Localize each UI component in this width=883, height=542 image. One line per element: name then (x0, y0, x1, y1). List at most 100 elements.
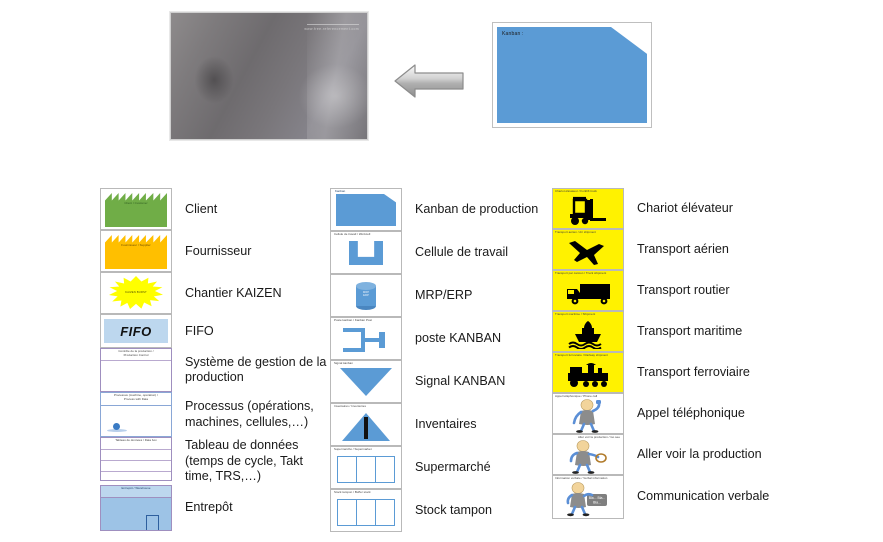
list-item[interactable]: Poste kanban / Kanban Post poste KANBAN (330, 317, 552, 360)
inventory-triangle-icon: Inventaires / Inventories (330, 403, 402, 446)
tile-caption: Client / Customer (124, 201, 148, 205)
tile-caption: Tableau de données / Data box (115, 438, 157, 442)
list-item[interactable]: FIFO FIFO (100, 314, 332, 348)
svg-text:Bla...: Bla... (593, 501, 601, 505)
list-item[interactable]: Processus (machine, opération) / Process… (100, 392, 332, 437)
svg-text:Bla... Bla...: Bla... Bla... (589, 496, 605, 500)
data-box-icon: Tableau de données / Data box (100, 437, 172, 481)
factory-orange-icon: Fournisseur / Supplier (100, 230, 172, 272)
photo-watermark-text: www.free-referencement.com (304, 27, 359, 31)
list-item[interactable]: Stock tampon / Buffer stock Stock tampon (330, 489, 552, 532)
train-icon: Transport ferroviaire / Railway shipment (552, 352, 624, 393)
kanban-card-photo: www.free-referencement.com (170, 12, 368, 140)
tile-caption: Fournisseur / Supplier (121, 243, 151, 247)
photo-watermark-rule (307, 24, 359, 25)
list-item-label: MRP/ERP (415, 288, 473, 302)
left-arrow-icon (393, 62, 465, 100)
list-item[interactable]: Tableau de données / Data box Tableau de… (100, 437, 332, 485)
tile-caption: Poste kanban / Kanban Post (334, 318, 372, 322)
list-item[interactable]: Transport aérien / Air shipment Transpor… (552, 229, 792, 270)
list-item[interactable]: Aller voir la production / Go see Aller … (552, 434, 792, 475)
warehouse-icon: Entrepôt / Warehouse (100, 484, 172, 531)
fifo-label: FIFO (120, 323, 152, 339)
list-item[interactable]: Information verbale / Verbal information… (552, 475, 792, 519)
list-item[interactable]: Client / Customer Client (100, 188, 332, 230)
tile-caption: Transport aérien / Air shipment (555, 230, 596, 234)
tile-caption: Stock tampon / Buffer stock (334, 490, 371, 494)
legend-column-middle: Kanban Kanban de production Cellule de t… (330, 188, 552, 532)
ship-icon: Transport maritime / Shipment (552, 311, 624, 352)
supermarket-icon: Supermarché / Supermarket (330, 446, 402, 489)
list-item-label: Chariot élévateur (637, 201, 733, 215)
list-item-label: FIFO (185, 323, 214, 338)
kanban-card-label: Kanban : (502, 31, 524, 37)
list-item-label: Client (185, 201, 218, 216)
list-item-label: Entrepôt (185, 500, 233, 514)
list-item[interactable]: Signal kanban Signal KANBAN (330, 360, 552, 403)
list-item[interactable]: Kanban Kanban de production (330, 188, 552, 231)
list-item-label: Système de gestion de la production (185, 354, 327, 385)
legend-column-left: Client / Customer Client Fournisseur / S… (100, 188, 332, 531)
tile-caption: Transport ferroviaire / Railway shipment (555, 353, 608, 357)
list-item[interactable]: Supermarché / Supermarket Supermarché (330, 446, 552, 489)
legend-column-right: Chariot élévateur / Forklift truck Chari… (552, 188, 792, 519)
list-item[interactable]: Appel téléphonique / Phone call Appel té… (552, 393, 792, 434)
kanban-production-icon: Kanban (330, 188, 402, 231)
photo-sheen (307, 13, 367, 139)
list-item-label: Transport aérien (637, 242, 729, 256)
list-item-label: Transport maritime (637, 324, 743, 338)
tile-caption: Inventaires / Inventories (334, 404, 366, 408)
fifo-icon: FIFO (100, 314, 172, 348)
kanban-post-icon: Poste kanban / Kanban Post (330, 317, 402, 360)
list-item[interactable]: Cellule de travail / Workcell Cellule de… (330, 231, 552, 274)
list-item[interactable]: Chariot élévateur / Forklift truck Chari… (552, 188, 792, 229)
list-item-label: Tableau de données (temps de cycle, Takt… (185, 438, 304, 483)
tile-caption: Cellule de travail / Workcell (334, 232, 371, 236)
list-item[interactable]: Transport ferroviaire / Railway shipment… (552, 352, 792, 393)
list-item[interactable]: Transport par camion / Truck shipment Tr… (552, 270, 792, 311)
list-item-label: Stock tampon (415, 503, 493, 517)
mrp-erp-database-icon: MRP ERP (330, 274, 402, 317)
list-item-label: Communication verbale (637, 489, 770, 504)
list-item-label: poste KANBAN (415, 331, 502, 345)
production-control-icon: Contrôle de la production / Production C… (100, 348, 172, 392)
list-item-label: Transport routier (637, 283, 730, 297)
person-looking-icon: Aller voir la production / Go see (552, 434, 624, 475)
list-item-label: Processus (opérations, machines, cellule… (185, 399, 314, 429)
list-item-label: Chantier KAIZEN (185, 285, 282, 300)
list-item-label: Inventaires (415, 417, 477, 431)
kanban-blue-shape (497, 27, 647, 123)
list-item-label: Appel téléphonique (637, 406, 745, 420)
tile-caption: Processus (machine, opération) / Process… (113, 393, 158, 401)
list-item-label: Signal KANBAN (415, 374, 506, 388)
tile-caption: Kanban (335, 189, 346, 193)
list-item-label: Transport ferroviaire (637, 365, 750, 379)
workcell-icon: Cellule de travail / Workcell (330, 231, 402, 274)
list-item[interactable]: Contrôle de la production / Production C… (100, 348, 332, 392)
person-speaking-icon: Information verbale / Verbal information… (552, 475, 624, 519)
kanban-card-drawing: Kanban : (492, 22, 652, 128)
airplane-icon: Transport aérien / Air shipment (552, 229, 624, 270)
forklift-icon: Chariot élévateur / Forklift truck (552, 188, 624, 229)
buffer-stock-icon: Stock tampon / Buffer stock (330, 489, 402, 532)
tile-caption: Contrôle de la production / Production C… (118, 349, 154, 357)
kaizen-burst-icon: KAIZEN BURST (100, 272, 172, 314)
list-item[interactable]: Fournisseur / Supplier Fournisseur (100, 230, 332, 272)
process-box-icon: Processus (machine, opération) / Process… (100, 392, 172, 437)
list-item-label: Cellule de travail (415, 245, 509, 259)
tile-caption: Transport par camion / Truck shipment (555, 271, 607, 275)
list-item[interactable]: Entrepôt / Warehouse Entrepôt (100, 484, 332, 531)
tile-caption: Entrepôt / Warehouse (121, 485, 151, 490)
list-item[interactable]: MRP ERP MRP/ERP (330, 274, 552, 317)
list-item[interactable]: Inventaires / Inventories Inventaires (330, 403, 552, 446)
tile-caption: Transport maritime / Shipment (555, 312, 596, 316)
top-illustration-area: www.free-referencement.com Kanban : (0, 0, 883, 160)
signal-kanban-icon: Signal kanban (330, 360, 402, 403)
tile-caption: KAIZEN BURST (125, 290, 147, 294)
truck-icon: Transport par camion / Truck shipment (552, 270, 624, 311)
tile-caption: Chariot élévateur / Forklift truck (555, 189, 597, 193)
list-item-label: Supermarché (415, 460, 491, 474)
list-item[interactable]: Transport maritime / Shipment Transport … (552, 311, 792, 352)
list-item[interactable]: KAIZEN BURST Chantier KAIZEN (100, 272, 332, 314)
list-item-label: Fournisseur (185, 243, 252, 258)
